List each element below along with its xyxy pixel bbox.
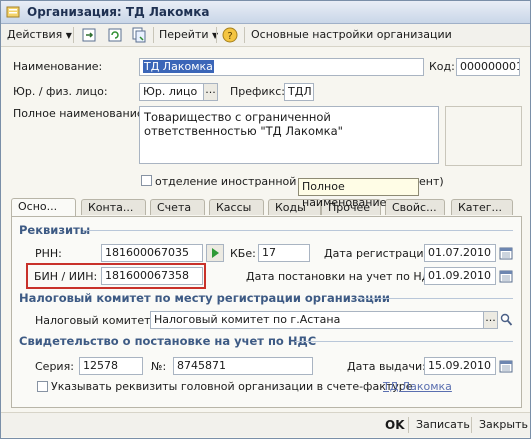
vat-certificate-header: Свидетельство о постановке на учет по НД…: [19, 334, 317, 348]
organization-window: Организация: ТД Лакомка Действия ▼ Перей…: [0, 0, 531, 439]
vat-date-label: Дата постановки на учет по НДС:: [246, 270, 442, 283]
code-field[interactable]: 000000001: [456, 58, 520, 76]
number-label: №:: [151, 360, 167, 373]
logo-placeholder: [445, 106, 522, 166]
toolbar-separator: [153, 27, 154, 43]
save-button[interactable]: Записать: [416, 416, 470, 434]
tab-contacts[interactable]: Конта...: [81, 199, 146, 215]
tab-main[interactable]: Осно...: [11, 198, 76, 216]
group-divider: [295, 341, 513, 342]
question-icon[interactable]: ?: [222, 27, 238, 43]
goto-menu-button[interactable]: Перейти ▼: [159, 26, 218, 44]
toolbar-separator: [244, 27, 245, 43]
tooltip: Полное наименование: [298, 178, 419, 209]
title-bar: Организация: ТД Лакомка: [1, 1, 530, 24]
number-field[interactable]: 8745871: [173, 357, 313, 375]
foreign-branch-checkbox[interactable]: [141, 175, 152, 186]
series-label: Серия:: [35, 360, 74, 373]
footer-separator: [471, 417, 472, 433]
bin-field[interactable]: 181600067358: [101, 267, 203, 285]
tab-properties[interactable]: Свойс...: [385, 199, 445, 215]
code-label: Код:: [429, 60, 455, 73]
calendar-icon[interactable]: [499, 359, 513, 373]
main-settings-button[interactable]: Основные настройки организации: [251, 26, 452, 44]
group-divider: [83, 230, 513, 231]
kbe-label: КБе:: [230, 247, 256, 260]
reg-date-field[interactable]: 01.07.2010: [424, 244, 496, 262]
calendar-icon[interactable]: [499, 269, 513, 283]
vat-date-field[interactable]: 01.09.2010: [424, 267, 496, 285]
dropdown-arrow-icon: ▼: [65, 31, 72, 40]
refresh-icon[interactable]: [107, 27, 123, 43]
window-title: Организация: ТД Лакомка: [27, 5, 210, 19]
bin-label: БИН / ИИН:: [34, 270, 98, 283]
entity-type-field[interactable]: Юр. лицо: [139, 83, 204, 101]
requisites-header: Реквизиты: [19, 223, 91, 237]
rnn-label: РНН:: [35, 247, 62, 260]
issue-date-label: Дата выдачи:: [347, 360, 426, 373]
tab-cash[interactable]: Кассы: [209, 199, 264, 215]
tax-committee-select-button[interactable]: ...: [483, 311, 498, 329]
tax-committee-field[interactable]: Налоговый комитет по г.Астана: [150, 311, 484, 329]
full-name-label: Полное наименование:: [13, 107, 148, 120]
actions-menu-button[interactable]: Действия ▼: [7, 26, 72, 44]
bottom-bar: OK Записать Закрыть: [1, 412, 530, 437]
prefix-field[interactable]: ТДЛ: [284, 83, 314, 101]
tax-committee-header: Налоговый комитет по месту регистрации о…: [19, 291, 390, 305]
name-value: ТД Лакомка: [143, 60, 214, 73]
kbe-field[interactable]: 17: [258, 244, 310, 262]
head-org-checkbox[interactable]: [37, 381, 48, 392]
rnn-field[interactable]: 181600067035: [101, 244, 203, 262]
calendar-icon[interactable]: [499, 246, 513, 260]
copy-document-icon[interactable]: [131, 27, 147, 43]
tab-categories[interactable]: Катег...: [451, 199, 513, 215]
entity-type-select-button[interactable]: ...: [203, 83, 218, 101]
close-button[interactable]: Закрыть: [479, 416, 528, 434]
folder-doc-icon: [6, 6, 20, 18]
name-label: Наименование:: [13, 60, 103, 73]
toolbar: Действия ▼ Перейти ▼ ? Основные настройк…: [1, 24, 530, 47]
name-field[interactable]: ТД Лакомка: [139, 58, 424, 76]
move-to-list-icon[interactable]: [81, 27, 97, 43]
head-org-label: Указывать реквизиты головной организации…: [51, 380, 413, 393]
search-icon[interactable]: [500, 313, 513, 327]
toolbar-separator: [73, 27, 74, 43]
reg-date-label: Дата регистрации:: [324, 247, 435, 260]
foreign-branch-label-tail: ент): [419, 175, 444, 188]
tab-accounts[interactable]: Счета: [150, 199, 205, 215]
play-icon[interactable]: [206, 244, 224, 262]
ok-button[interactable]: OK: [385, 416, 405, 434]
actions-label: Действия: [7, 28, 63, 41]
full-name-textarea[interactable]: Товарищество с ограниченной ответственно…: [139, 106, 439, 164]
footer-separator: [408, 417, 409, 433]
goto-label: Перейти: [159, 28, 209, 41]
toolbar-separator: [216, 27, 217, 43]
head-org-link[interactable]: ТД Лакомка: [383, 380, 452, 393]
prefix-label: Префикс:: [230, 85, 285, 98]
entity-type-label: Юр. / физ. лицо:: [13, 85, 108, 98]
series-field[interactable]: 12578: [79, 357, 143, 375]
issue-date-field[interactable]: 15.09.2010: [424, 357, 496, 375]
svg-text:?: ?: [227, 31, 232, 42]
group-divider: [357, 298, 513, 299]
tax-committee-label: Налоговый комитет:: [35, 314, 155, 327]
